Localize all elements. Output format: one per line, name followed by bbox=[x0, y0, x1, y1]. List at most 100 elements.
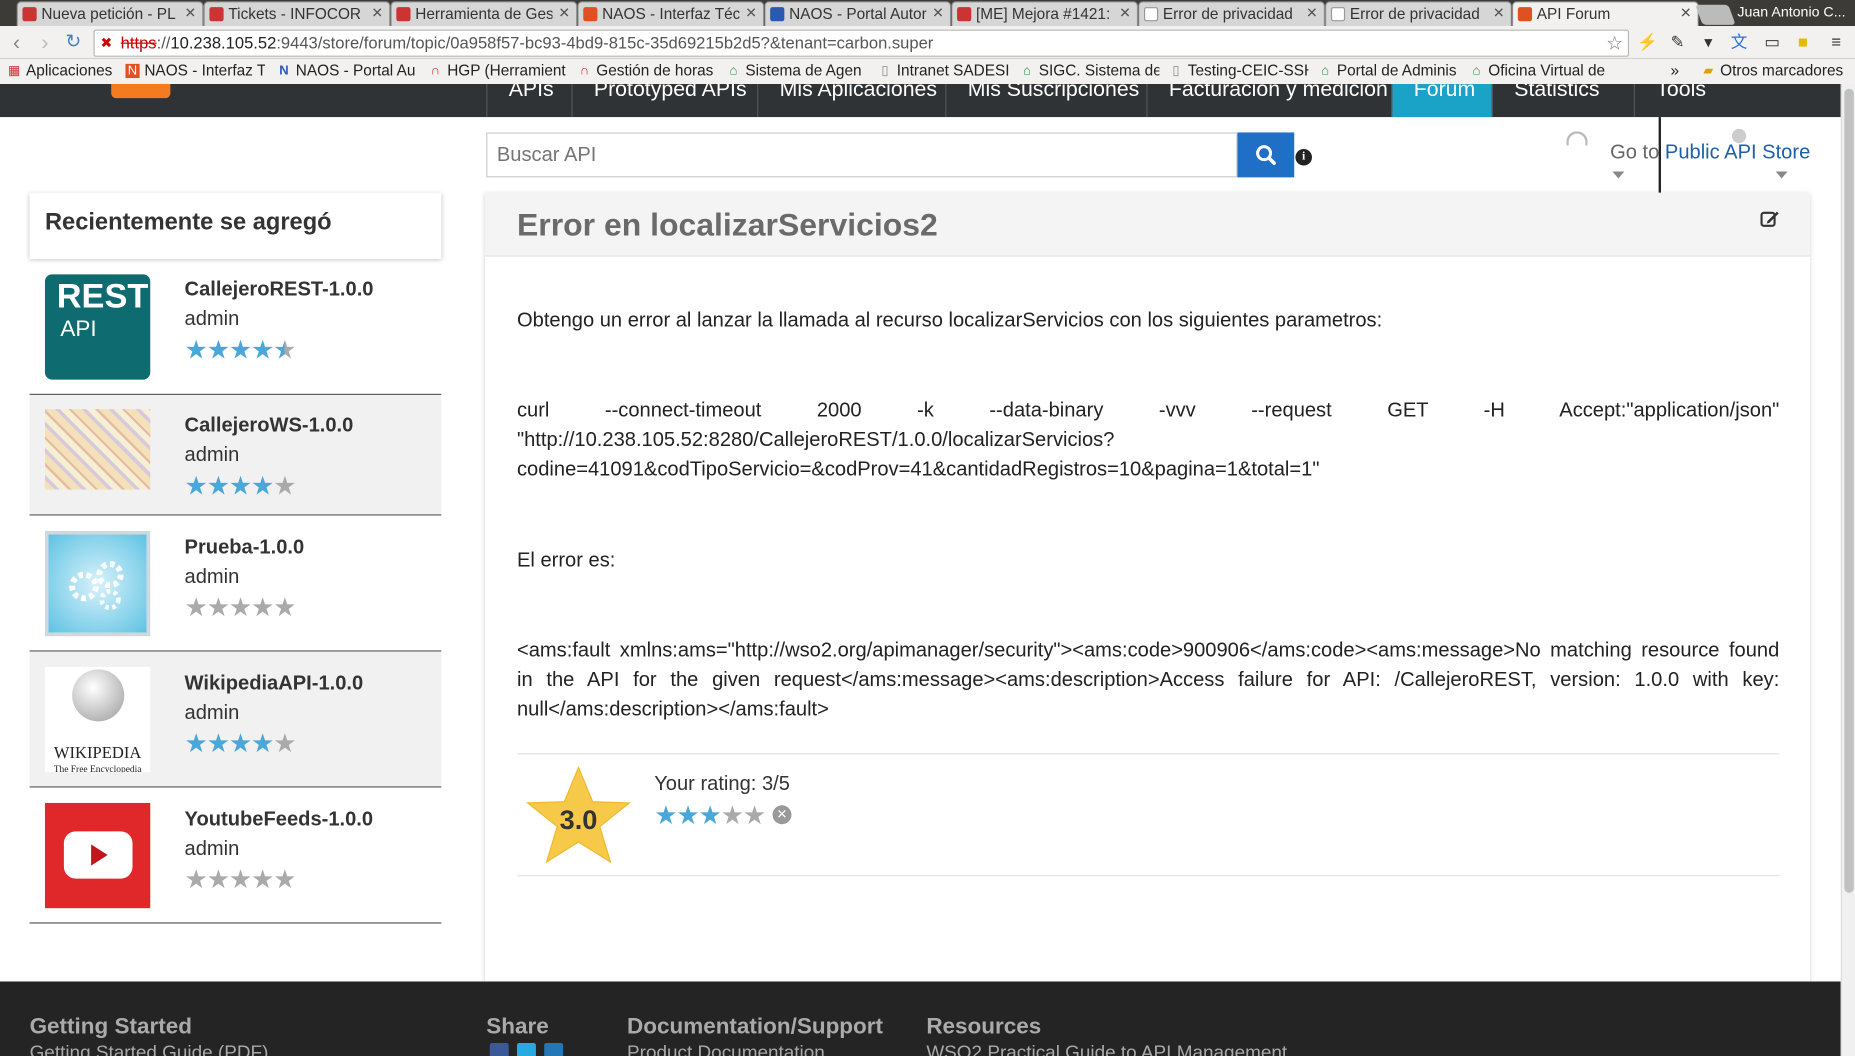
star-icon[interactable]: ★ bbox=[743, 801, 766, 831]
search-input[interactable] bbox=[487, 133, 1237, 177]
footer-link[interactable]: WSO2 Practical Guide to API Management bbox=[926, 1043, 1287, 1056]
info-icon[interactable]: i bbox=[1295, 148, 1312, 166]
browser-tab[interactable]: Error de privacidad ✕ bbox=[1138, 1, 1326, 27]
vertical-scrollbar[interactable] bbox=[1840, 83, 1855, 1056]
bookmark-item[interactable]: ∩ HGP (Herramient bbox=[428, 61, 568, 79]
nav-item-prototyped-apis[interactable]: Prototyped APIs bbox=[571, 83, 767, 118]
browser-tab[interactable]: Herramienta de Ges ✕ bbox=[390, 1, 578, 27]
theme-dropdown-caret-icon[interactable] bbox=[1612, 171, 1625, 179]
your-rating-stars[interactable]: ★★★★★ bbox=[654, 801, 766, 832]
topic-intro: Obtengo un error al lanzar la llamada al… bbox=[516, 308, 1383, 332]
nav-item-tools[interactable]: Tools bbox=[1633, 83, 1727, 118]
pocket-extension-icon[interactable]: ▾ bbox=[1699, 32, 1718, 51]
api-list-item[interactable]: Prueba-1.0.0 admin ★★★★★ bbox=[29, 515, 442, 652]
top-navigation: APIs Prototyped APIs Mis Aplicaciones Mi… bbox=[0, 83, 1841, 118]
tab-close-icon[interactable]: ✕ bbox=[745, 5, 757, 22]
browser-tab[interactable]: Error de privacidad ✕ bbox=[1325, 1, 1512, 27]
tab-close-icon[interactable]: ✕ bbox=[1306, 5, 1318, 22]
star-icon[interactable]: ★ bbox=[699, 801, 722, 831]
tab-close-icon[interactable]: ✕ bbox=[932, 5, 944, 22]
scrollbar-thumb[interactable] bbox=[1844, 88, 1854, 893]
api-list-item[interactable]: CallejeroWS-1.0.0 admin ★★★★★ bbox=[29, 394, 442, 516]
address-bar[interactable]: ✖ https://10.238.105.52:9443/store/forum… bbox=[93, 29, 1630, 57]
star-icon[interactable]: ★ bbox=[721, 801, 744, 831]
public-api-store-link[interactable]: Public API Store bbox=[1665, 141, 1810, 163]
bookmark-item[interactable]: ▯ Testing-CEIC-SSH bbox=[1169, 61, 1308, 79]
star-icon[interactable]: ★ bbox=[676, 801, 699, 831]
bookmark-item[interactable]: ▯ Intranet SADESI bbox=[878, 61, 1018, 79]
tab-favicon-icon bbox=[396, 7, 411, 22]
api-list-item[interactable]: WIKIPEDIA The Free Encyclopedia Wikipedi… bbox=[29, 651, 442, 788]
back-arrow-icon[interactable]: ‹ bbox=[5, 31, 29, 55]
user-icon[interactable] bbox=[1731, 128, 1747, 144]
api-name[interactable]: YoutubeFeeds-1.0.0 bbox=[185, 808, 374, 832]
apps-grid-icon: ▦ bbox=[8, 63, 21, 79]
browser-tab[interactable]: NAOS - Portal Autor ✕ bbox=[764, 1, 952, 27]
user-dropdown-caret-icon[interactable] bbox=[1775, 171, 1788, 179]
api-name[interactable]: WikipediaAPI-1.0.0 bbox=[185, 672, 364, 696]
star-icon[interactable]: ★ bbox=[654, 801, 677, 831]
edit-icon[interactable] bbox=[1760, 209, 1779, 228]
bookmarks-overflow-button[interactable]: » bbox=[1670, 61, 1679, 79]
bookmark-item[interactable]: ▦ Aplicaciones bbox=[7, 61, 112, 79]
star-icon: ★ bbox=[251, 334, 274, 365]
linkedin-icon[interactable] bbox=[544, 1042, 564, 1056]
tab-favicon-icon bbox=[209, 7, 224, 22]
topic-curl-command: curl --connect-timeout 2000 -k --data-bi… bbox=[516, 398, 1780, 481]
forward-arrow-icon[interactable]: › bbox=[33, 31, 57, 55]
browser-tab[interactable]: Nueva petición - PL ✕ bbox=[16, 1, 204, 27]
nav-item-apis[interactable]: APIs bbox=[486, 83, 575, 118]
tab-close-icon[interactable]: ✕ bbox=[371, 5, 383, 22]
nav-item-facturacion[interactable]: Facturación y medición bbox=[1146, 83, 1409, 118]
nav-item-forum[interactable]: Forum bbox=[1391, 83, 1492, 118]
tab-close-icon[interactable]: ✕ bbox=[1493, 5, 1505, 22]
bookmark-item[interactable]: ∩ Gestión de horas bbox=[577, 61, 717, 79]
cast-extension-icon[interactable]: ▭ bbox=[1763, 32, 1782, 51]
footer-link[interactable]: Product Documentation bbox=[627, 1043, 825, 1056]
facebook-icon[interactable] bbox=[489, 1042, 509, 1056]
tab-close-icon[interactable]: ✕ bbox=[558, 5, 570, 22]
bookmark-item[interactable]: N NAOS - Interfaz Té bbox=[125, 61, 265, 79]
tab-favicon-icon bbox=[22, 7, 37, 22]
api-name[interactable]: CallejeroWS-1.0.0 bbox=[185, 414, 354, 438]
browser-tab[interactable]: [ME] Mejora #1421: ✕ bbox=[951, 1, 1139, 27]
api-name[interactable]: CallejeroREST-1.0.0 bbox=[185, 278, 374, 302]
bookmark-item[interactable]: ⌂ SIGC. Sistema de I bbox=[1020, 61, 1159, 79]
evernote-extension-icon[interactable]: ✎ bbox=[1668, 32, 1687, 51]
api-owner: admin bbox=[184, 443, 240, 466]
api-rating-stars: ★★★★★ bbox=[185, 594, 297, 621]
star-icon: ★ bbox=[184, 334, 208, 365]
bookmark-item[interactable]: N NAOS - Portal Au bbox=[277, 61, 417, 79]
wso2-logo[interactable] bbox=[111, 83, 171, 99]
tab-close-icon[interactable]: ✕ bbox=[1119, 5, 1131, 22]
bookmark-star-icon[interactable]: ☆ bbox=[1606, 32, 1623, 56]
browser-tab[interactable]: Tickets - INFOCOR - ✕ bbox=[203, 1, 391, 27]
tab-close-icon[interactable]: ✕ bbox=[184, 5, 196, 22]
thumb-text: The Free Encyclopedia bbox=[53, 763, 142, 773]
gauge-icon[interactable] bbox=[1566, 131, 1588, 146]
api-list-item[interactable]: YoutubeFeeds-1.0.0 admin ★★★★★ bbox=[29, 787, 442, 924]
translate-extension-icon[interactable]: 文 bbox=[1730, 32, 1749, 51]
nav-item-mis-suscripciones[interactable]: Mis Suscripciones bbox=[945, 83, 1160, 118]
footer-link[interactable]: Getting Started Guide (PDF) bbox=[30, 1043, 269, 1056]
clear-rating-icon[interactable]: ✕ bbox=[772, 805, 792, 825]
browser-tab[interactable]: NAOS - Interfaz Téc ✕ bbox=[577, 1, 765, 27]
api-list-item[interactable]: REST API CallejeroREST-1.0.0 admin ★★★★★ bbox=[29, 263, 442, 395]
bookmark-item[interactable]: ⌂ Oficina Virtual de bbox=[1469, 61, 1609, 79]
nav-item-mis-aplicaciones[interactable]: Mis Aplicaciones bbox=[757, 83, 958, 118]
profile-name[interactable]: Juan Antonio C... bbox=[1728, 0, 1855, 26]
nav-item-statistics[interactable]: Statistics bbox=[1491, 83, 1621, 118]
tab-close-icon[interactable]: ✕ bbox=[1680, 5, 1692, 22]
api-name[interactable]: Prueba-1.0.0 bbox=[185, 536, 305, 560]
search-button[interactable] bbox=[1237, 132, 1295, 178]
menu-icon[interactable]: ≡ bbox=[1827, 32, 1846, 51]
other-bookmarks-folder[interactable]: ▰ Otros marcadores bbox=[1701, 61, 1843, 79]
twitter-icon[interactable] bbox=[516, 1042, 536, 1056]
bolt-extension-icon[interactable]: ⚡ bbox=[1637, 32, 1658, 51]
keep-extension-icon[interactable]: ■ bbox=[1793, 32, 1812, 51]
bookmark-item[interactable]: ⌂ Sistema de Agen bbox=[726, 61, 866, 79]
browser-tab-active[interactable]: API Forum ✕ bbox=[1511, 1, 1699, 27]
gears-thumbnail bbox=[44, 530, 151, 637]
bookmark-item[interactable]: ⌂ Portal de Adminis bbox=[1318, 61, 1458, 79]
reload-icon[interactable]: ↻ bbox=[62, 31, 86, 55]
